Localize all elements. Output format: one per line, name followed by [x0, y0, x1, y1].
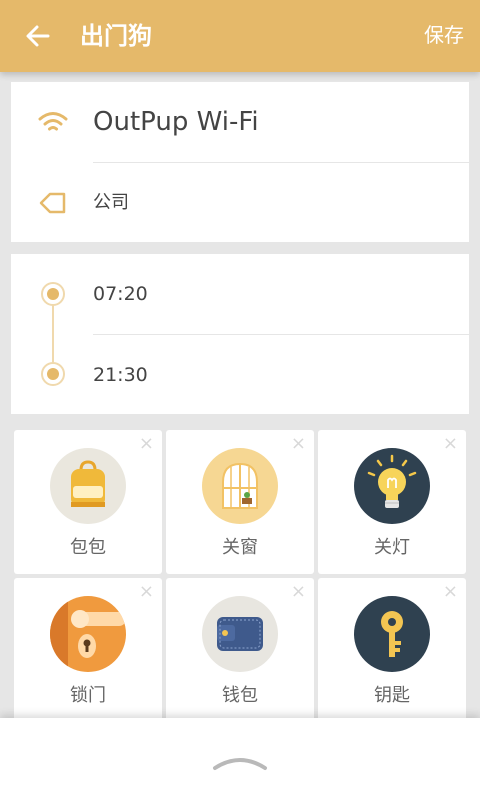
place-row[interactable]: 公司: [11, 163, 469, 243]
app-header: 出门狗 保存: [0, 0, 480, 72]
wifi-row[interactable]: OutPup Wi-Fi: [11, 82, 469, 162]
remove-icon[interactable]: ×: [139, 582, 154, 602]
item-label: 钱包: [222, 685, 258, 706]
window-icon: [202, 448, 278, 524]
item-tile-backpack[interactable]: × 包包: [14, 430, 162, 574]
time-card: 07:20 21:30: [11, 254, 469, 414]
page-title: 出门狗: [80, 22, 152, 50]
key-icon: [354, 596, 430, 672]
light-bulb-icon: [354, 448, 430, 524]
wifi-name: OutPup Wi-Fi: [93, 107, 259, 137]
remove-icon[interactable]: ×: [443, 434, 458, 454]
place-name: 公司: [93, 192, 129, 213]
bottom-panel: [0, 718, 480, 800]
remove-icon[interactable]: ×: [291, 582, 306, 602]
wifi-location-card: OutPup Wi-Fi 公司: [11, 82, 469, 242]
item-label: 关灯: [374, 537, 410, 558]
item-label: 钥匙: [374, 685, 410, 706]
back-button[interactable]: [20, 18, 56, 54]
start-time-row[interactable]: 07:20: [11, 254, 469, 334]
remove-icon[interactable]: ×: [443, 582, 458, 602]
remove-icon[interactable]: ×: [291, 434, 306, 454]
door-lock-icon: [50, 596, 126, 672]
item-tile-key[interactable]: × 钥匙: [318, 578, 466, 722]
back-arrow-icon: [26, 25, 50, 47]
item-tile-wallet[interactable]: × 钱包: [166, 578, 314, 722]
wallet-icon: [202, 596, 278, 672]
backpack-icon: [50, 448, 126, 524]
item-label: 包包: [70, 537, 106, 558]
item-label: 关窗: [222, 537, 258, 558]
end-time: 21:30: [93, 364, 148, 386]
reminder-items-grid: × 包包 × 关窗 × 关灯 × 锁门 × 钱包 × 钥匙: [14, 430, 466, 722]
item-tile-lock-door[interactable]: × 锁门: [14, 578, 162, 722]
chevron-up-icon[interactable]: [212, 752, 268, 772]
item-label: 锁门: [70, 685, 106, 706]
end-time-row[interactable]: 21:30: [11, 335, 469, 415]
item-tile-window[interactable]: × 关窗: [166, 430, 314, 574]
wifi-icon: [38, 112, 68, 131]
save-button[interactable]: 保存: [424, 21, 464, 49]
remove-icon[interactable]: ×: [139, 434, 154, 454]
start-time: 07:20: [93, 283, 148, 305]
tag-icon: [39, 192, 66, 214]
item-tile-light[interactable]: × 关灯: [318, 430, 466, 574]
